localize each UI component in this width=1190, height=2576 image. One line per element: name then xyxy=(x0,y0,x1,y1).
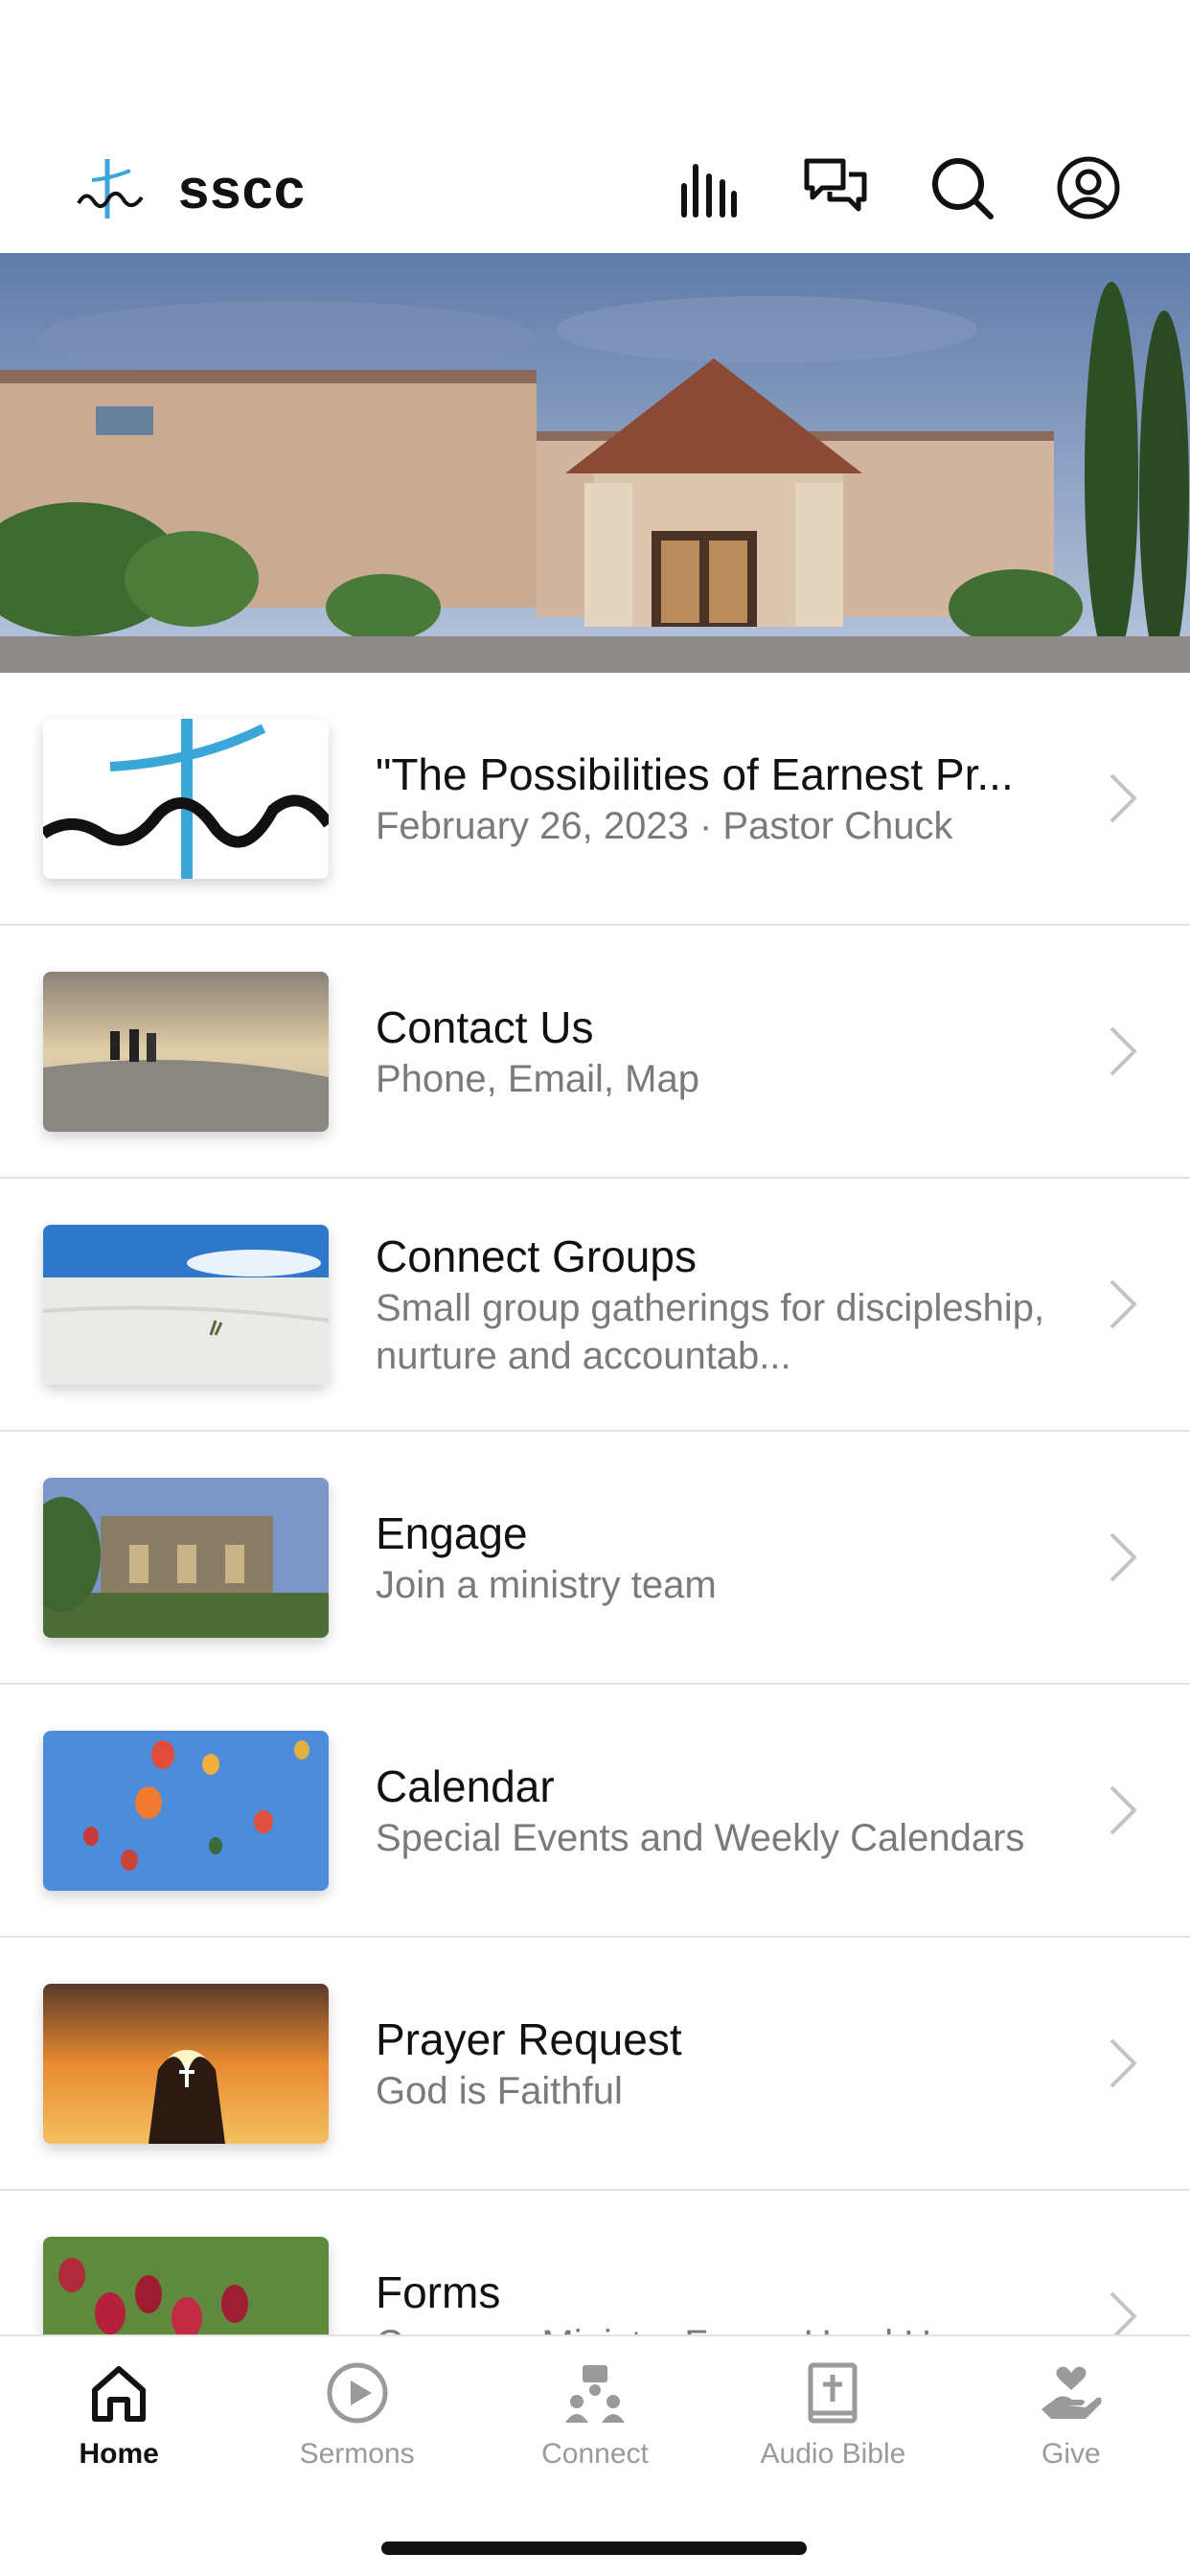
list-item-sermon[interactable]: "The Possibilities of Earnest Pr... Febr… xyxy=(0,673,1190,926)
content-list: "The Possibilities of Earnest Pr... Febr… xyxy=(0,673,1190,2444)
tab-audio-bible[interactable]: Audio Bible xyxy=(714,2336,951,2499)
chevron-right-icon xyxy=(1104,1023,1142,1080)
list-item-title: Engage xyxy=(376,1508,528,1558)
stats-icon[interactable] xyxy=(675,153,744,222)
tab-label: Sermons xyxy=(299,2438,415,2470)
list-item-engage[interactable]: Engage Join a ministry team xyxy=(0,1432,1190,1685)
list-item-title: Calendar xyxy=(376,1761,555,1811)
list-item-prayer-request[interactable]: Prayer Request God is Faithful xyxy=(0,1938,1190,2191)
profile-icon[interactable] xyxy=(1054,153,1123,222)
chevron-right-icon xyxy=(1104,1276,1142,1333)
home-indicator[interactable] xyxy=(381,2542,807,2555)
list-item-subtitle: God is Faithful xyxy=(376,2070,623,2112)
tab-give[interactable]: Give xyxy=(952,2336,1190,2499)
list-item-title: Forms xyxy=(376,2267,501,2317)
tab-label: Connect xyxy=(541,2438,649,2470)
tab-home[interactable]: Home xyxy=(0,2336,238,2499)
hero-church-building-image xyxy=(0,253,1190,673)
tab-label: Home xyxy=(79,2438,159,2470)
list-item-title: Connect Groups xyxy=(376,1231,697,1281)
list-item-subtitle: February 26, 2023 · Pastor Chuck xyxy=(376,805,953,847)
tab-connect[interactable]: Connect xyxy=(476,2336,714,2499)
list-item-title: "The Possibilities of Earnest Pr... xyxy=(376,749,1014,799)
give-icon xyxy=(1038,2359,1105,2426)
chevron-right-icon xyxy=(1104,1782,1142,1839)
list-item-connect-groups[interactable]: Connect Groups Small group gatherings fo… xyxy=(0,1179,1190,1432)
connect-icon xyxy=(561,2359,629,2426)
chevron-right-icon xyxy=(1104,1529,1142,1586)
list-item-subtitle: Small group gatherings for discipleship,… xyxy=(376,1287,1045,1377)
chat-icon[interactable] xyxy=(801,153,870,222)
brand: sscc xyxy=(77,155,306,222)
list-item-subtitle: Special Events and Weekly Calendars xyxy=(376,1817,1025,1859)
list-item-title: Contact Us xyxy=(376,1002,594,1052)
app-title: sscc xyxy=(178,157,307,220)
sermon-logo-thumbnail xyxy=(43,719,329,879)
people-on-dune-thumbnail xyxy=(43,972,329,1132)
app-header: sscc xyxy=(0,0,1190,253)
ruins-thumbnail xyxy=(43,1478,329,1638)
list-item-subtitle: Join a ministry team xyxy=(376,1564,717,1606)
balloons-thumbnail xyxy=(43,1731,329,1891)
bible-icon xyxy=(799,2359,866,2426)
church-logo-icon xyxy=(77,159,144,218)
list-item-title: Prayer Request xyxy=(376,2014,682,2064)
tab-label: Give xyxy=(1041,2438,1101,2470)
list-item-contact-us[interactable]: Contact Us Phone, Email, Map xyxy=(0,926,1190,1179)
search-icon[interactable] xyxy=(927,153,996,222)
list-item-subtitle: Phone, Email, Map xyxy=(376,1058,699,1100)
tab-bar: Home Sermons Connect Audio Bible Give xyxy=(0,2334,1190,2576)
praying-hands-thumbnail xyxy=(43,1984,329,2144)
list-item-calendar[interactable]: Calendar Special Events and Weekly Calen… xyxy=(0,1685,1190,1938)
white-sands-thumbnail xyxy=(43,1225,329,1385)
chevron-right-icon xyxy=(1104,770,1142,827)
tab-sermons[interactable]: Sermons xyxy=(238,2336,475,2499)
play-icon xyxy=(324,2359,391,2426)
home-icon xyxy=(85,2359,152,2426)
tab-label: Audio Bible xyxy=(760,2438,906,2470)
chevron-right-icon xyxy=(1104,2035,1142,2092)
